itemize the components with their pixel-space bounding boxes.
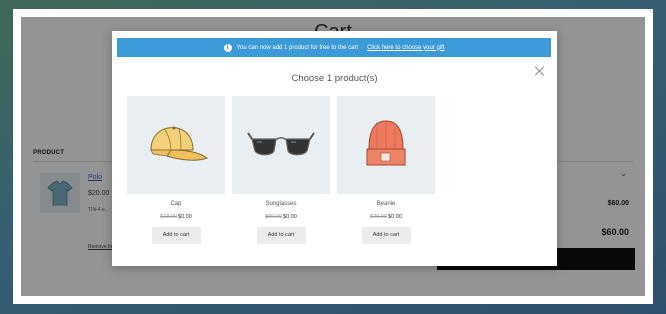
product-card-beanie: Beanie $20.00$0.00 Add to cart <box>337 96 435 244</box>
beanie-image[interactable] <box>337 96 435 194</box>
product-card-cap: Cap $18.00$0.00 Add to cart <box>127 96 225 244</box>
free-product-notice: i You can now add 1 product for free to … <box>117 38 551 57</box>
gift-modal: i You can now add 1 product for free to … <box>112 31 557 266</box>
notice-text: You can now add 1 product for free to th… <box>236 44 359 51</box>
choose-gift-link[interactable]: Click here to choose your gift <box>367 45 444 51</box>
info-icon: i <box>223 43 232 52</box>
sunglasses-icon <box>247 132 315 156</box>
beanie-icon <box>366 120 406 166</box>
sale-price: $0.00 <box>178 214 192 220</box>
old-price: $20.00 <box>370 214 388 220</box>
modal-title: Choose 1 product(s) <box>291 73 378 84</box>
old-price: $18.00 <box>160 214 178 220</box>
product-name: Sunglasses <box>265 201 297 207</box>
add-to-cart-button[interactable]: Add to cart <box>256 227 306 244</box>
product-name: Beanie <box>376 201 396 207</box>
sale-price: $0.00 <box>283 214 297 220</box>
product-prices: $18.00$0.00 <box>127 214 225 220</box>
cap-image[interactable] <box>127 96 225 194</box>
sunglasses-image[interactable] <box>232 96 330 194</box>
product-prices: $90.00$0.00 <box>232 214 330 220</box>
add-to-cart-button[interactable]: Add to cart <box>151 227 201 244</box>
product-card-sunglasses: Sunglasses $90.00$0.00 Add to cart <box>232 96 330 244</box>
sale-price: $0.00 <box>388 214 402 220</box>
product-name: Cap <box>170 201 182 207</box>
old-price: $90.00 <box>265 214 283 220</box>
cap-icon <box>150 126 209 161</box>
product-prices: $20.00$0.00 <box>337 214 435 220</box>
add-to-cart-button[interactable]: Add to cart <box>361 227 411 244</box>
